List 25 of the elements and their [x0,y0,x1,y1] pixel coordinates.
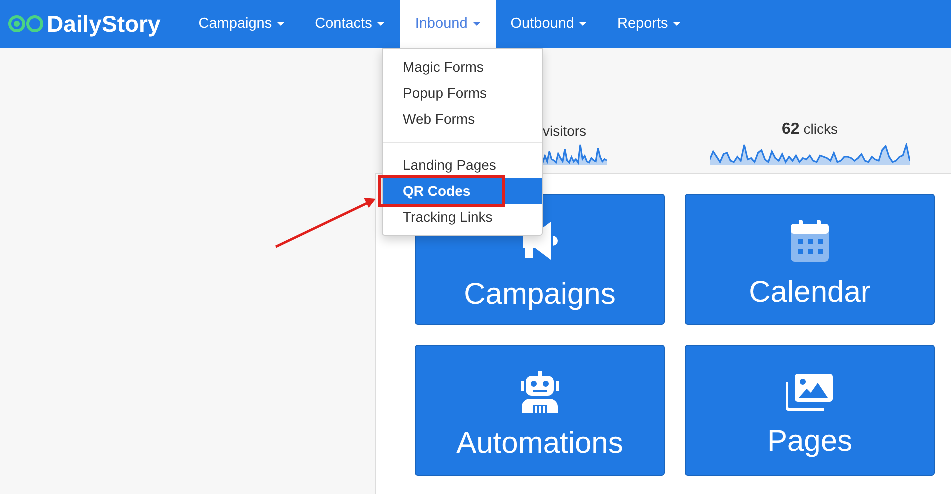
brand-name: DailyStory [47,10,161,38]
nav-menu[interactable]: Inbound [400,0,496,48]
robot-icon [521,370,559,412]
caret-icon [277,22,286,26]
sparkline [543,143,607,165]
nav-menu[interactable]: Reports [602,0,696,48]
menu-item[interactable]: Landing Pages [383,152,542,178]
calendar-icon [791,220,829,262]
caret-icon [579,22,588,26]
caret-icon [673,22,682,26]
menu-item[interactable]: Magic Forms [383,54,542,80]
nav-menu[interactable]: Campaigns [184,0,300,48]
tile-button[interactable]: Pages [685,345,935,476]
nav-menu[interactable]: Contacts [300,0,400,48]
menu-item[interactable]: Web Forms [383,106,542,132]
logo-icon [8,14,44,34]
stat-label: visitors [543,123,587,139]
caret-icon [377,22,386,26]
stat-label: 62 clicks [782,121,838,139]
caret-icon [472,22,481,26]
images-icon [786,372,834,410]
tile-button[interactable]: Automations [415,345,665,476]
nav-menu[interactable]: Outbound [496,0,602,48]
menu-item[interactable]: Popup Forms [383,80,542,106]
tile-button[interactable]: Calendar [685,194,935,325]
